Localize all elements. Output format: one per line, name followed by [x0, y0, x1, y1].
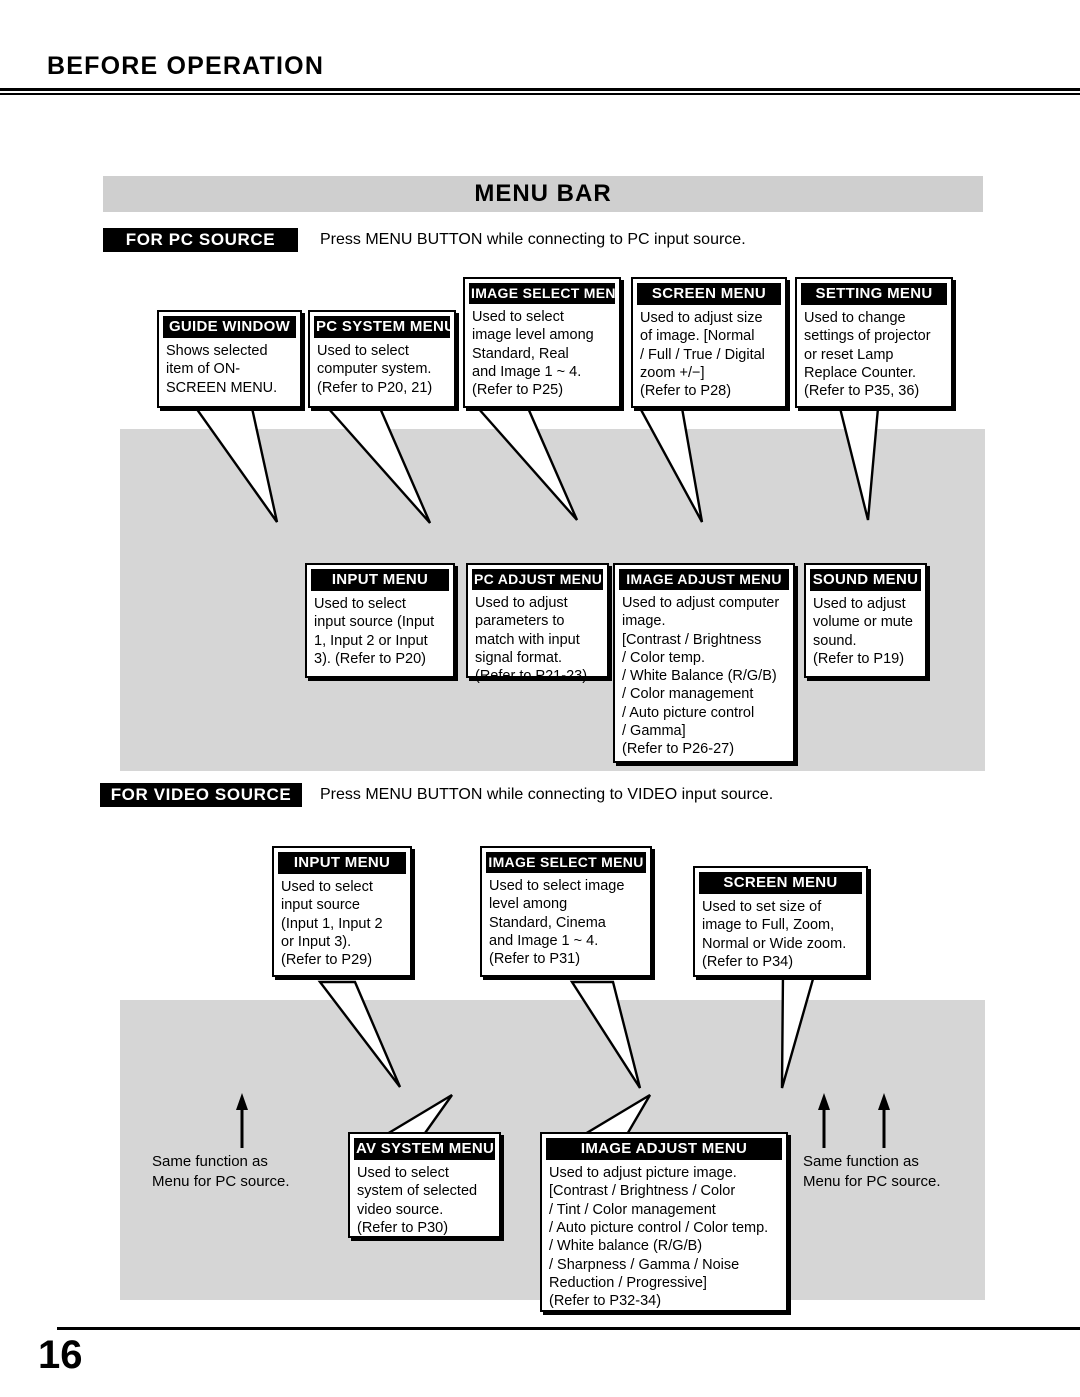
- callout-image-adjust-menu[interactable]: IMAGE ADJUST MENU Used to adjust compute…: [613, 563, 795, 763]
- annotation-same-function-right: Same function as Menu for PC source.: [803, 1153, 941, 1190]
- callout-caption: INPUT MENU: [311, 569, 449, 592]
- callout-image-select-menu[interactable]: IMAGE SELECT MENU Used to select image l…: [463, 277, 621, 408]
- page-number: 16: [38, 1333, 83, 1377]
- callout-guide-window[interactable]: GUIDE WINDOW Shows selected item of ON- …: [157, 310, 302, 408]
- callout-body: Used to select computer system. (Refer t…: [317, 343, 433, 396]
- callout-body: Used to adjust volume or mute sound. (Re…: [813, 596, 913, 667]
- section-title-menu-bar: MENU BAR: [103, 176, 983, 212]
- header-divider-thick: [0, 88, 1080, 91]
- footer-divider: [57, 1327, 1080, 1330]
- callout-caption: AV SYSTEM MENU: [354, 1138, 495, 1161]
- page-title: BEFORE OPERATION: [47, 52, 325, 80]
- callout-caption: SETTING MENU: [801, 283, 947, 306]
- callout-video-screen-menu[interactable]: SCREEN MENU Used to set size of image to…: [693, 866, 868, 977]
- callout-caption: GUIDE WINDOW: [163, 316, 296, 339]
- note-for-video-source: Press MENU BUTTON while connecting to VI…: [320, 786, 774, 803]
- callout-body: Used to change settings of projector or …: [804, 310, 931, 400]
- callout-input-menu[interactable]: INPUT MENU Used to select input source (…: [305, 563, 455, 678]
- callout-caption: PC SYSTEM MENU: [314, 316, 450, 339]
- callout-body: Used to select system of selected video …: [357, 1165, 478, 1236]
- callout-body: Used to set size of image to Full, Zoom,…: [702, 899, 847, 970]
- annotation-same-function-left: Same function as Menu for PC source.: [152, 1153, 290, 1190]
- callout-caption: SCREEN MENU: [637, 283, 781, 306]
- callout-pc-adjust-menu[interactable]: PC ADJUST MENU Used to adjust parameters…: [466, 563, 609, 684]
- callout-body: Used to select image level among Standar…: [489, 878, 625, 968]
- callout-video-image-adjust-menu[interactable]: IMAGE ADJUST MENU Used to adjust picture…: [540, 1132, 788, 1312]
- callout-caption: SOUND MENU: [810, 569, 921, 592]
- callout-av-system-menu[interactable]: AV SYSTEM MENU Used to select system of …: [348, 1132, 501, 1238]
- callout-screen-menu[interactable]: SCREEN MENU Used to adjust size of image…: [631, 277, 787, 408]
- header-divider-thin: [0, 93, 1080, 95]
- callout-body: Used to adjust picture image. [Contrast …: [549, 1165, 769, 1310]
- callout-body: Used to select image level among Standar…: [472, 309, 594, 399]
- callout-setting-menu[interactable]: SETTING MENU Used to change settings of …: [795, 277, 953, 408]
- callout-caption: INPUT MENU: [278, 852, 406, 875]
- callout-body: Used to adjust parameters to match with …: [475, 595, 588, 685]
- callout-body: Used to adjust computer image. [Contrast…: [622, 595, 780, 758]
- callout-pc-system-menu[interactable]: PC SYSTEM MENU Used to select computer s…: [308, 310, 456, 408]
- callout-caption: PC ADJUST MENU: [472, 569, 603, 591]
- callout-video-input-menu[interactable]: INPUT MENU Used to select input source (…: [272, 846, 412, 977]
- callout-body: Used to select input source (Input 1, In…: [281, 879, 383, 969]
- tag-for-video-source: FOR VIDEO SOURCE: [100, 783, 302, 807]
- callout-body: Used to adjust size of image. [Normal / …: [640, 310, 765, 400]
- callout-caption: IMAGE ADJUST MENU: [619, 569, 789, 591]
- tag-for-pc-source: FOR PC SOURCE: [103, 228, 298, 252]
- callout-body: Shows selected item of ON- SCREEN MENU.: [166, 343, 278, 396]
- note-for-pc-source: Press MENU BUTTON while connecting to PC…: [320, 231, 746, 248]
- callout-caption: SCREEN MENU: [699, 872, 862, 895]
- callout-video-image-select-menu[interactable]: IMAGE SELECT MENU Used to select image l…: [480, 846, 652, 977]
- callout-caption: IMAGE SELECT MENU: [486, 852, 646, 874]
- callout-caption: IMAGE ADJUST MENU: [546, 1138, 782, 1161]
- callout-caption: IMAGE SELECT MENU: [469, 283, 615, 305]
- header-divider: [0, 88, 1080, 95]
- callout-body: Used to select input source (Input 1, In…: [314, 596, 435, 667]
- callout-sound-menu[interactable]: SOUND MENU Used to adjust volume or mute…: [804, 563, 927, 678]
